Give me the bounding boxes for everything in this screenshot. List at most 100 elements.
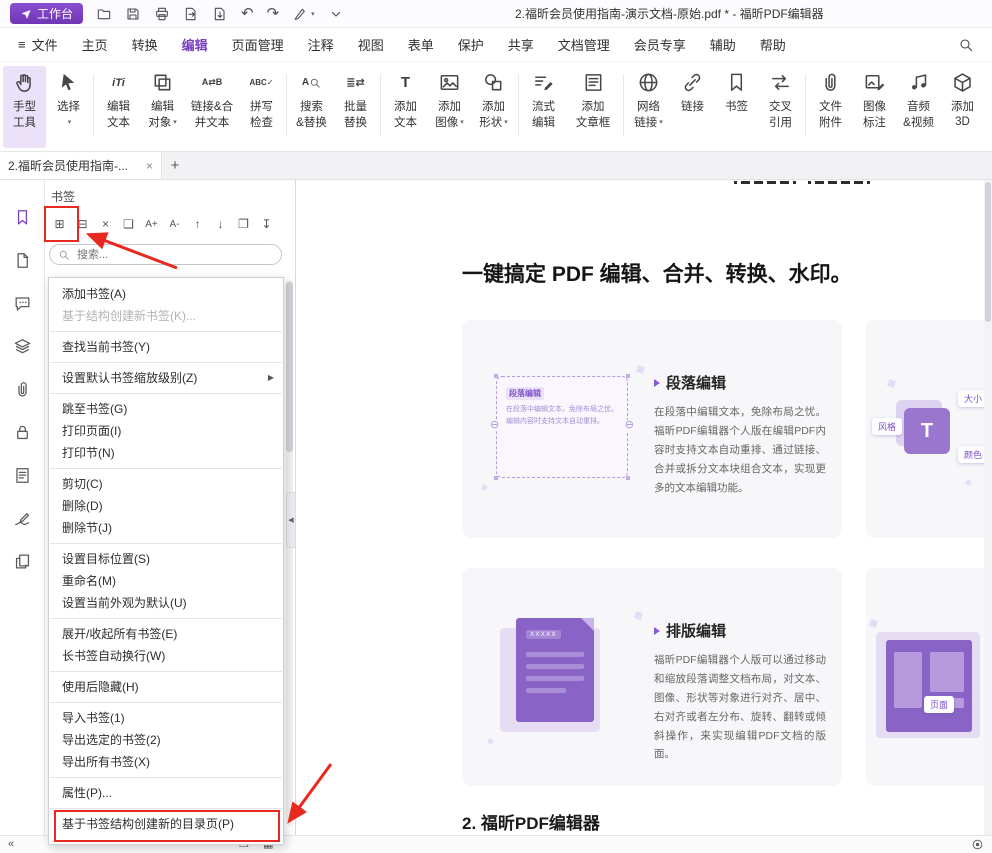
menu-item-properties[interactable]: 属性(P)... bbox=[49, 782, 283, 804]
menu-item-wrap-long-bookmarks[interactable]: 长书签自动换行(W) bbox=[49, 645, 283, 667]
new-tab-button[interactable]: + bbox=[162, 152, 188, 179]
cut-section-icon[interactable]: ❏ bbox=[118, 213, 139, 235]
tool-image-annotation[interactable]: 图像 标注 bbox=[853, 66, 896, 148]
scrollbar-thumb[interactable] bbox=[985, 182, 991, 322]
menu-item-cut[interactable]: 剪切(C) bbox=[49, 473, 283, 495]
sidebar-security[interactable] bbox=[13, 423, 32, 442]
menu-protect[interactable]: 保护 bbox=[446, 35, 496, 54]
sidebar-signatures[interactable] bbox=[13, 509, 32, 528]
tool-link-join-text[interactable]: A⇄B 链接&合 并文本 bbox=[185, 66, 239, 148]
tool-hand-tool[interactable]: 手型 工具 bbox=[3, 66, 46, 148]
tool-add-3d[interactable]: 添加 3D bbox=[941, 66, 984, 148]
workspace-button[interactable]: 工作台 bbox=[10, 3, 83, 24]
sidebar-destinations[interactable] bbox=[13, 466, 32, 485]
menu-file[interactable]: ≡ 文件 bbox=[6, 35, 70, 54]
tool-add-shape[interactable]: 添加 形状▾ bbox=[472, 66, 515, 148]
menu-convert[interactable]: 转换 bbox=[120, 35, 170, 54]
sidebar-fields[interactable] bbox=[13, 552, 32, 571]
undo-icon[interactable]: ↶ bbox=[241, 6, 254, 21]
move-down-icon[interactable]: ↓ bbox=[210, 213, 231, 235]
menu-share[interactable]: 共享 bbox=[496, 35, 546, 54]
menu-item-import-bookmarks[interactable]: 导入书签(1) bbox=[49, 707, 283, 729]
tool-batch-replace[interactable]: ≣⇄ 批量 替换 bbox=[334, 66, 377, 148]
sidebar-bookmarks[interactable] bbox=[13, 208, 32, 227]
document-tab[interactable]: 2.福昕会员使用指南-... × bbox=[0, 152, 162, 179]
sidebar-comments[interactable] bbox=[13, 294, 32, 313]
workspace-logo-icon bbox=[20, 8, 32, 20]
menu-form[interactable]: 表单 bbox=[396, 35, 446, 54]
tool-flow-edit[interactable]: 流式 编辑 bbox=[522, 66, 565, 148]
move-up-icon[interactable]: ↑ bbox=[187, 213, 208, 235]
tool-bookmark[interactable]: 书签 bbox=[715, 66, 758, 148]
menu-doc-manage[interactable]: 文档管理 bbox=[546, 35, 622, 54]
tool-link[interactable]: 链接 bbox=[671, 66, 714, 148]
menu-view[interactable]: 视图 bbox=[346, 35, 396, 54]
menu-item-set-destination[interactable]: 设置目标位置(S) bbox=[49, 548, 283, 570]
toolbar-more-icon[interactable] bbox=[328, 6, 344, 22]
tool-edit-text[interactable]: iTi 编辑 文本 bbox=[97, 66, 140, 148]
tool-edit-object[interactable]: 编辑 对象▾ bbox=[141, 66, 184, 148]
redo-icon[interactable]: ↷ bbox=[267, 6, 280, 21]
menu-item-expand-collapse-all[interactable]: 展开/收起所有书签(E) bbox=[49, 623, 283, 645]
panel-scrollbar[interactable] bbox=[286, 280, 293, 825]
sidebar-pages[interactable] bbox=[13, 251, 32, 270]
menu-item-rename[interactable]: 重命名(M) bbox=[49, 570, 283, 592]
close-tab-icon[interactable]: × bbox=[146, 159, 153, 173]
card-body: 在段落中编辑文本，免除布局之忧。福昕PDF编辑器个人版在编辑PDF内容时支持文本… bbox=[654, 403, 826, 497]
new-page-icon[interactable]: ❐ bbox=[233, 213, 254, 235]
tool-audio-video[interactable]: 音频 &视频 bbox=[897, 66, 940, 148]
tool-add-article-box[interactable]: 添加 文章框 bbox=[566, 66, 620, 148]
highlight-pen-dropdown[interactable]: ▾ bbox=[292, 6, 315, 22]
menu-item-find-current-bookmark[interactable]: 查找当前书签(Y) bbox=[49, 336, 283, 358]
bookmark-search-box[interactable] bbox=[49, 244, 282, 265]
bookmark-search-input[interactable] bbox=[75, 248, 273, 262]
font-increase-icon[interactable]: A+ bbox=[141, 213, 162, 235]
menu-comment[interactable]: 注释 bbox=[296, 35, 346, 54]
menu-item-set-default-zoom[interactable]: 设置默认书签缩放级别(Z)▶ bbox=[49, 367, 283, 389]
menu-item-export-selected-bookmarks[interactable]: 导出选定的书签(2) bbox=[49, 729, 283, 751]
new-bookmark-icon[interactable]: ⊞ bbox=[49, 213, 70, 235]
menu-item-hide-after-use[interactable]: 使用后隐藏(H) bbox=[49, 676, 283, 698]
tool-web-links[interactable]: 网络 链接▾ bbox=[627, 66, 670, 148]
print-icon[interactable] bbox=[154, 6, 170, 22]
search-icon[interactable] bbox=[958, 37, 974, 53]
menu-page-organize[interactable]: 页面管理 bbox=[220, 35, 296, 54]
tool-cross-reference[interactable]: 交叉 引用 bbox=[759, 66, 802, 148]
new-child-bookmark-icon[interactable]: ⊟ bbox=[72, 213, 93, 235]
tool-file-attachment[interactable]: 文件 附件 bbox=[809, 66, 852, 148]
menu-item-create-toc-from-bookmarks[interactable]: 基于书签结构创建新的目录页(P) bbox=[49, 813, 283, 835]
menu-item-export-all-bookmarks[interactable]: 导出所有书签(X) bbox=[49, 751, 283, 773]
menu-help[interactable]: 帮助 bbox=[748, 35, 798, 54]
panel-collapse-handle[interactable]: ◀ bbox=[286, 492, 296, 548]
menu-item-print-section[interactable]: 打印节(N) bbox=[49, 442, 283, 464]
menu-item-add-bookmark[interactable]: 添加书签(A) bbox=[49, 283, 283, 305]
menu-item-goto-bookmark[interactable]: 跳至书签(G) bbox=[49, 398, 283, 420]
tool-select[interactable]: 选择 ▾ bbox=[47, 66, 90, 148]
menu-member-exclusive[interactable]: 会员专享 bbox=[622, 35, 698, 54]
tool-search-replace[interactable]: A 搜索 &替换 bbox=[290, 66, 333, 148]
delete-bookmark-icon[interactable]: × bbox=[95, 213, 116, 235]
menu-item-delete[interactable]: 删除(D) bbox=[49, 495, 283, 517]
sidebar-attachments[interactable] bbox=[13, 380, 32, 399]
menu-item-set-appearance-default[interactable]: 设置当前外观为默认(U) bbox=[49, 592, 283, 614]
menu-accessibility[interactable]: 辅助 bbox=[698, 35, 748, 54]
convert-doc-icon[interactable] bbox=[212, 6, 228, 22]
document-viewer[interactable]: 一键搞定 PDF 编辑、合并、转换、水印。 段落编辑 在段落中编辑文本，免除布局… bbox=[296, 180, 992, 835]
open-folder-icon[interactable] bbox=[96, 6, 112, 22]
tool-add-image[interactable]: 添加 图像▾ bbox=[428, 66, 471, 148]
menu-item-print-pages[interactable]: 打印页面(I) bbox=[49, 420, 283, 442]
sidebar-layers[interactable] bbox=[13, 337, 32, 356]
collapse-sidebar-icon[interactable]: « bbox=[8, 839, 14, 850]
save-icon[interactable] bbox=[125, 6, 141, 22]
menu-item-delete-section[interactable]: 删除节(J) bbox=[49, 517, 283, 539]
export-icon[interactable]: ↧ bbox=[256, 213, 277, 235]
menu-edit[interactable]: 编辑 bbox=[170, 35, 220, 54]
font-decrease-icon[interactable]: A- bbox=[164, 213, 185, 235]
focus-target-icon[interactable] bbox=[971, 838, 984, 851]
menu-home[interactable]: 主页 bbox=[70, 35, 120, 54]
tool-spell-check[interactable]: ABC✓ 拼写 检查 bbox=[240, 66, 283, 148]
document-scrollbar[interactable] bbox=[984, 180, 992, 835]
tool-add-text[interactable]: T 添加 文本 bbox=[384, 66, 427, 148]
scrollbar-thumb[interactable] bbox=[286, 282, 293, 452]
export-doc-icon[interactable] bbox=[183, 6, 199, 22]
